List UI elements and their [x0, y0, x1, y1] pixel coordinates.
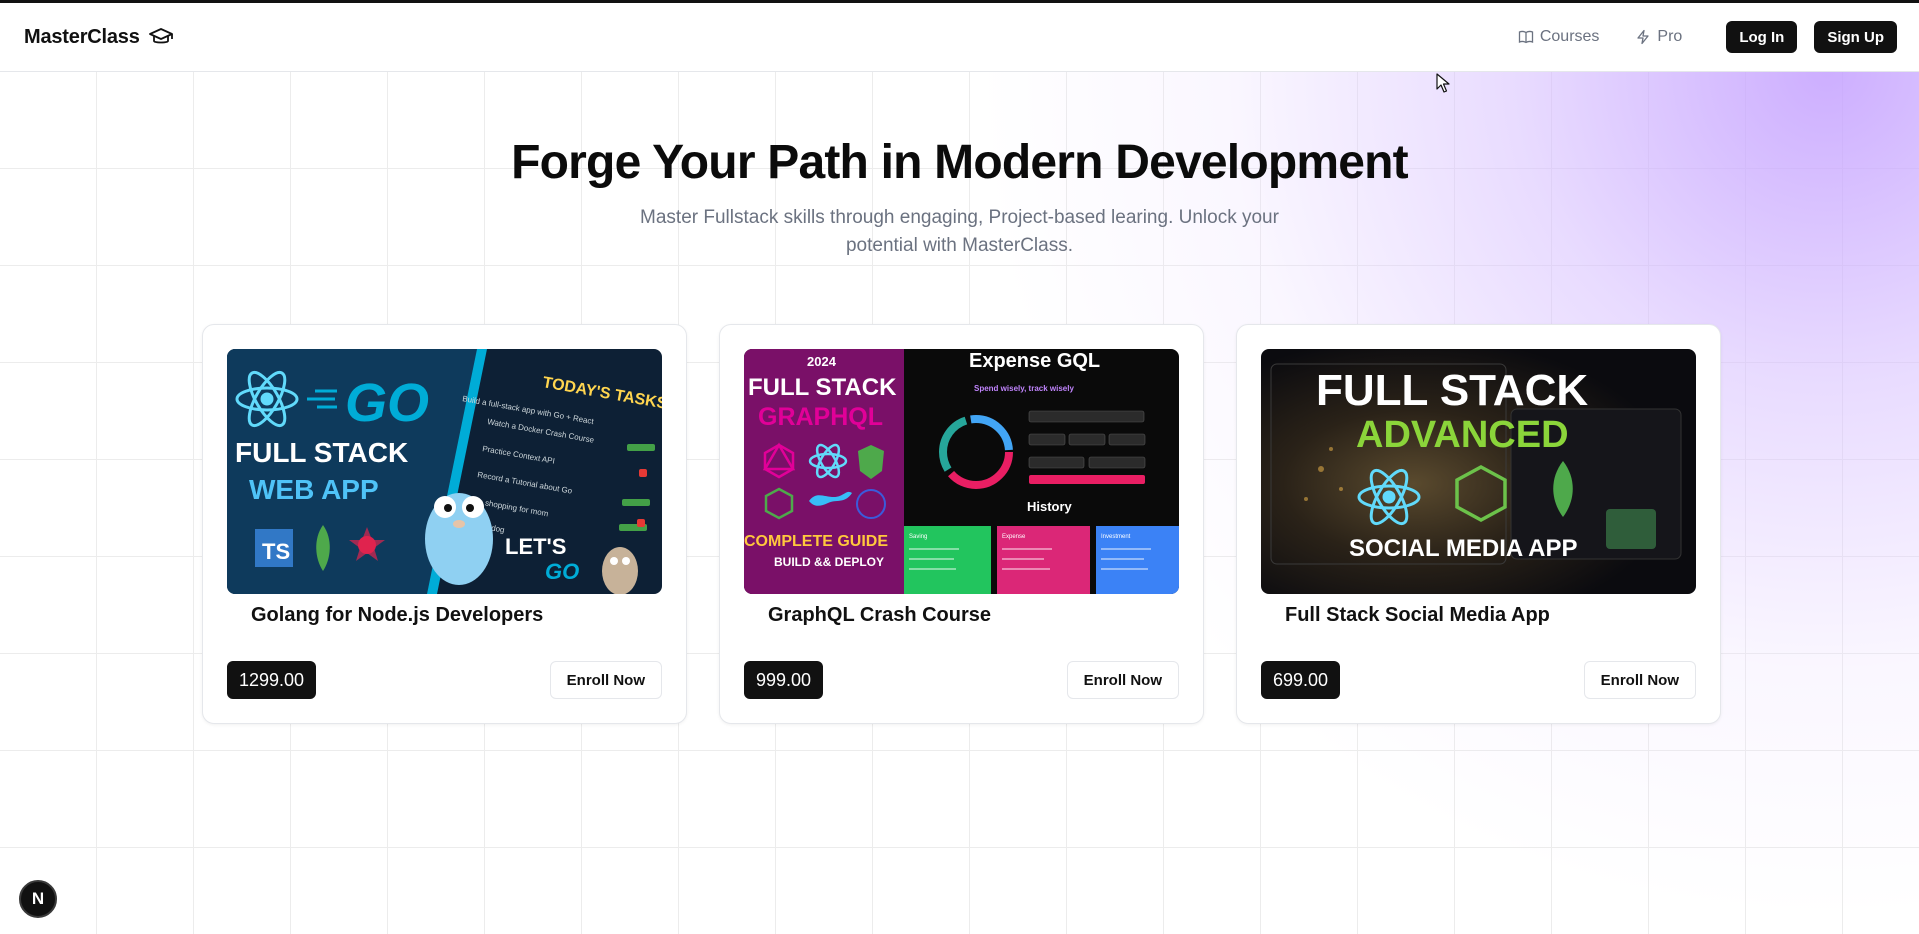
- brand-name: MasterClass: [24, 25, 140, 48]
- course-thumbnail[interactable]: FULL STACK ADVANCED SOCIAL MEDIA APP: [1261, 349, 1696, 594]
- page-title: Forge Your Path in Modern Development: [511, 136, 1409, 189]
- social-media-thumbnail: FULL STACK ADVANCED SOCIAL MEDIA APP: [1261, 349, 1696, 594]
- course-card[interactable]: 2024 FULL STACK GRAPHQL COMPLETE GUIDE B…: [719, 324, 1204, 724]
- enroll-button[interactable]: Enroll Now: [1583, 661, 1696, 699]
- thumb-go-small-text: GO: [545, 559, 579, 584]
- course-card[interactable]: GO FULL STACK WEB APP TS TODAY'S TASKS B…: [202, 324, 687, 724]
- thumb-ts-badge: TS: [262, 539, 290, 564]
- thumb-graphql-text: GRAPHQL: [758, 403, 883, 431]
- thumb-category: Investment: [1101, 534, 1131, 540]
- thumb-history-heading: History: [1027, 499, 1073, 514]
- hero-subtitle: Master Fullstack skills through engaging…: [640, 207, 1279, 256]
- signup-button[interactable]: Sign Up: [1814, 21, 1897, 53]
- course-title: Golang for Node.js Developers: [251, 604, 544, 626]
- login-button[interactable]: Log In: [1726, 21, 1798, 53]
- course-footer: 1299.00 Enroll Now: [227, 661, 662, 699]
- enroll-button[interactable]: Enroll Now: [549, 661, 662, 699]
- thumb-app-subtitle: Spend wisely, track wisely: [974, 384, 1074, 393]
- nav-pro[interactable]: Pro: [1635, 28, 1682, 46]
- thumb-full-stack-text: FULL STACK: [748, 374, 897, 401]
- course-footer: 699.00 Enroll Now: [1261, 661, 1696, 699]
- thumb-full-stack-text: FULL STACK: [1316, 366, 1588, 415]
- thumb-advanced-text: ADVANCED: [1356, 414, 1569, 456]
- thumb-lets-text: LET'S: [505, 534, 566, 559]
- course-thumbnail[interactable]: 2024 FULL STACK GRAPHQL COMPLETE GUIDE B…: [744, 349, 1179, 594]
- thumb-web-app-text: WEB APP: [249, 474, 379, 505]
- course-card[interactable]: FULL STACK ADVANCED SOCIAL MEDIA APP Ful…: [1236, 324, 1721, 724]
- graduation-cap-icon: [148, 28, 173, 44]
- dev-tools-badge[interactable]: N: [19, 880, 57, 918]
- graphql-thumbnail: 2024 FULL STACK GRAPHQL COMPLETE GUIDE B…: [744, 349, 1179, 594]
- mouse-cursor-icon: [1436, 73, 1450, 93]
- thumb-deploy-text: BUILD && DEPLOY: [774, 555, 884, 569]
- nav-pro-label: Pro: [1657, 28, 1683, 45]
- course-list: GO FULL STACK WEB APP TS TODAY'S TASKS B…: [202, 324, 1721, 724]
- price-badge: 1299.00: [227, 661, 317, 699]
- thumb-guide-text: COMPLETE GUIDE: [744, 533, 888, 550]
- thumb-category: Expense: [1002, 534, 1026, 540]
- brand[interactable]: MasterClass: [24, 26, 174, 49]
- site-header: MasterClass Courses Pro Log In Sign Up: [0, 3, 1919, 72]
- nav-courses-label: Courses: [1539, 28, 1600, 45]
- thumb-category: Saving: [909, 534, 927, 540]
- thumb-app-title: Expense GQL: [969, 350, 1100, 372]
- thumb-go-text: GO: [345, 373, 429, 433]
- book-open-icon: [1518, 30, 1533, 44]
- hero: Forge Your Path in Modern Development Ma…: [0, 135, 1919, 260]
- thumb-year: 2024: [807, 354, 837, 369]
- main-nav: Courses Pro Log In Sign Up: [1518, 21, 1897, 53]
- course-footer: 999.00 Enroll Now: [744, 661, 1179, 699]
- price-badge: 699.00: [1261, 661, 1341, 699]
- price-badge: 999.00: [744, 661, 824, 699]
- thumb-full-stack-text: FULL STACK: [235, 437, 408, 468]
- nav-courses[interactable]: Courses: [1518, 28, 1600, 46]
- course-title: Full Stack Social Media App: [1285, 604, 1550, 626]
- course-thumbnail[interactable]: GO FULL STACK WEB APP TS TODAY'S TASKS B…: [227, 349, 662, 594]
- enroll-button[interactable]: Enroll Now: [1066, 661, 1179, 699]
- zap-icon: [1637, 29, 1650, 45]
- golang-thumbnail: GO FULL STACK WEB APP TS TODAY'S TASKS B…: [227, 349, 662, 594]
- thumb-social-media-text: SOCIAL MEDIA APP: [1349, 535, 1577, 562]
- course-title: GraphQL Crash Course: [768, 604, 992, 626]
